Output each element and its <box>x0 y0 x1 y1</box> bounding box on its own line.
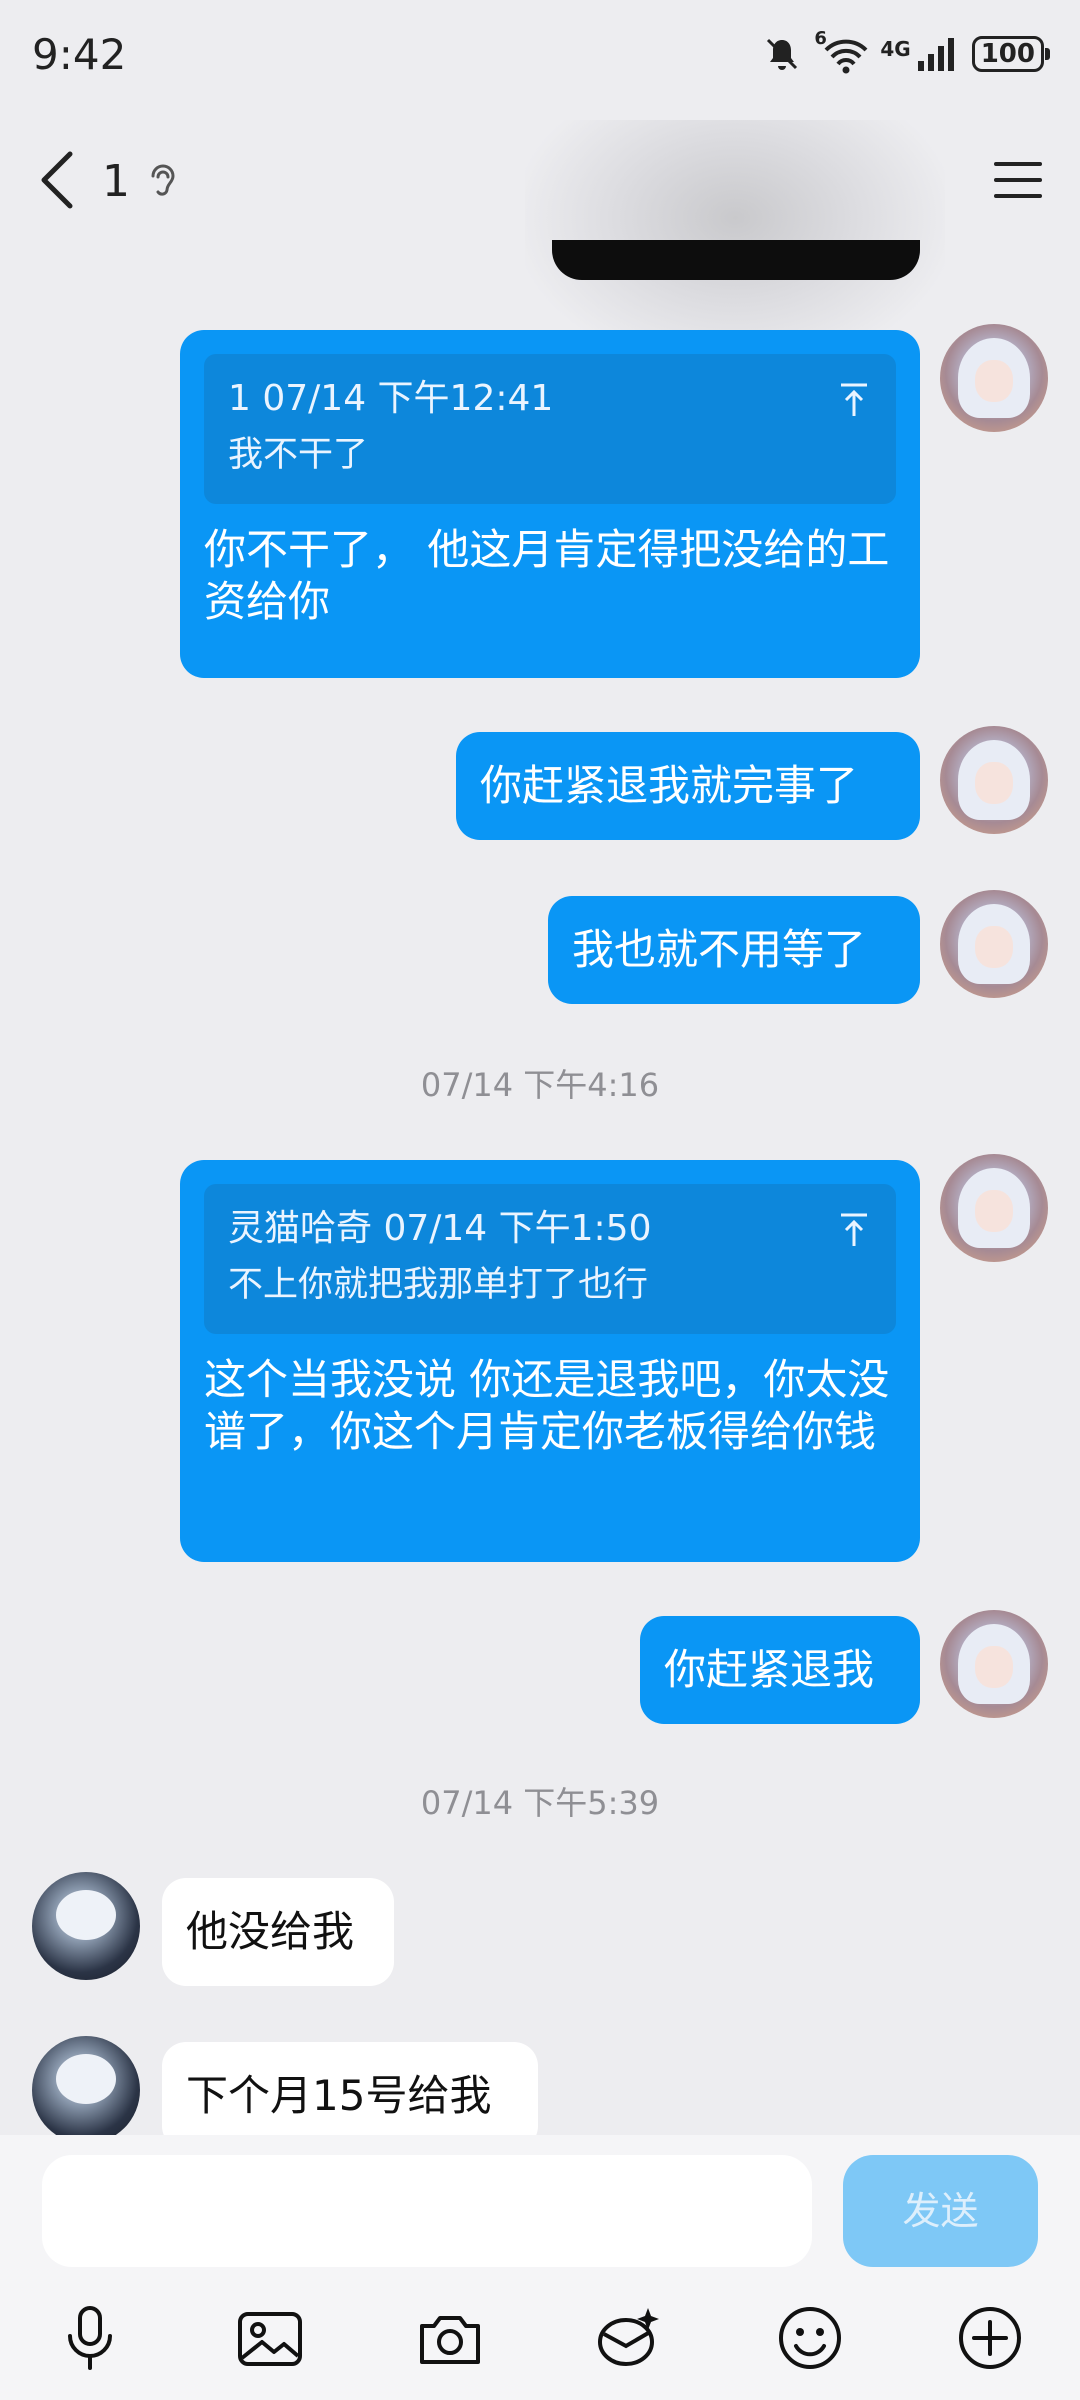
signal-icon <box>917 38 954 71</box>
chat-screen: 9:42 6 4G 100 1 1 07/14 下午12:41 我不干了 你不干… <box>0 0 1080 2400</box>
composer-toolbar <box>0 2290 1080 2390</box>
contact-avatar[interactable] <box>32 1872 140 1980</box>
my-avatar[interactable] <box>940 726 1048 834</box>
message-text: 他没给我 <box>186 1907 355 1956</box>
quote-text: 我不干了 <box>228 435 369 475</box>
mute-bell-icon <box>767 38 798 70</box>
image-icon[interactable] <box>234 2302 306 2374</box>
message-text: 你赶紧退我 <box>664 1645 875 1694</box>
microphone-icon[interactable] <box>54 2302 126 2374</box>
camera-icon[interactable] <box>414 2302 486 2374</box>
my-avatar[interactable] <box>940 1154 1048 1262</box>
status-time: 9:42 <box>32 30 127 79</box>
message-text: 你赶紧退我就完事了 <box>480 761 859 810</box>
battery-indicator: 100 <box>971 36 1051 72</box>
network-type: 4G <box>880 37 911 61</box>
message-input[interactable] <box>42 2155 812 2267</box>
message-bubble-sent[interactable]: 灵猫哈奇 07/14 下午1:50 不上你就把我那单打了也行 这个当我没说 你还… <box>180 1160 920 1562</box>
send-button[interactable]: 发送 <box>843 2155 1038 2267</box>
message-bubble-received[interactable]: 下个月15号给我 <box>162 2042 538 2135</box>
my-avatar[interactable] <box>940 890 1048 998</box>
message-bubble-sent[interactable]: 你赶紧退我就完事了 <box>456 732 920 840</box>
my-avatar[interactable] <box>940 324 1048 432</box>
chat-title: 1 <box>102 156 130 207</box>
ear-icon <box>151 164 175 196</box>
chat-header: 1 <box>0 120 1080 365</box>
emoji-icon[interactable] <box>774 2302 846 2374</box>
jump-to-quote-icon[interactable] <box>838 382 870 418</box>
back-icon[interactable] <box>30 148 90 212</box>
message-list[interactable]: 1 07/14 下午12:41 我不干了 你不干了， 他这月肯定得把没给的工资给… <box>0 240 1080 2135</box>
previous-media-message[interactable] <box>552 240 920 280</box>
quote-header: 1 07/14 下午12:41 <box>228 378 554 419</box>
status-icons: 6 4G 100 <box>764 28 1051 74</box>
quote-header: 灵猫哈奇 07/14 下午1:50 <box>228 1208 652 1249</box>
cellular-indicator: 4G <box>880 37 957 71</box>
wifi-indicator: 6 <box>814 28 868 74</box>
quoted-message[interactable]: 灵猫哈奇 07/14 下午1:50 不上你就把我那单打了也行 <box>204 1184 896 1334</box>
plus-icon[interactable] <box>954 2302 1026 2374</box>
wifi-icon <box>824 39 868 74</box>
message-timestamp: 07/14 下午5:39 <box>420 1784 660 1822</box>
message-text: 这个当我没说 你还是退我吧，你太没谱了，你这个月肯定你老板得给你钱 <box>204 1355 890 1456</box>
message-text: 下个月15号给我 <box>186 2071 492 2120</box>
composer: 发送 <box>0 2135 1080 2400</box>
message-bubble-sent[interactable]: 我也就不用等了 <box>548 896 920 1004</box>
contact-avatar[interactable] <box>32 2036 140 2135</box>
message-bubble-sent[interactable]: 你赶紧退我 <box>640 1616 920 1724</box>
sticker-icon[interactable] <box>592 2302 664 2374</box>
message-text: 我也就不用等了 <box>572 925 867 974</box>
menu-icon[interactable] <box>992 154 1044 206</box>
my-avatar[interactable] <box>940 1610 1048 1718</box>
quoted-message[interactable]: 1 07/14 下午12:41 我不干了 <box>204 354 896 504</box>
message-timestamp: 07/14 下午4:16 <box>420 1066 660 1104</box>
status-bar: 9:42 6 4G 100 <box>0 0 1080 120</box>
message-bubble-sent[interactable]: 1 07/14 下午12:41 我不干了 你不干了， 他这月肯定得把没给的工资给… <box>180 330 920 678</box>
quote-text: 不上你就把我那单打了也行 <box>228 1265 649 1305</box>
jump-to-quote-icon[interactable] <box>838 1212 870 1248</box>
message-bubble-received[interactable]: 他没给我 <box>162 1878 394 1986</box>
message-text: 你不干了， 他这月肯定得把没给的工资给你 <box>204 525 890 626</box>
